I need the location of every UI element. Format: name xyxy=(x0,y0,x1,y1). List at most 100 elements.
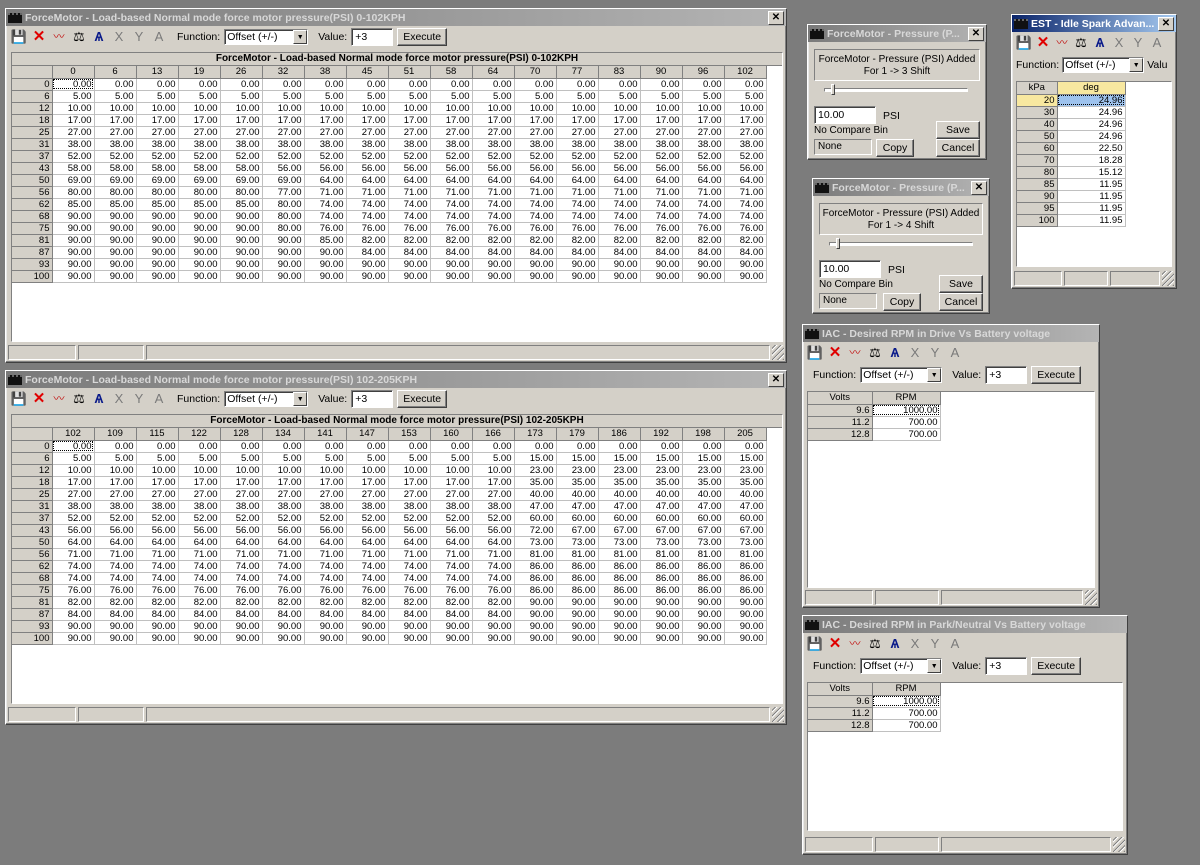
table-cell[interactable]: 24.96 xyxy=(1057,130,1126,143)
table-cell[interactable]: 52.00 xyxy=(136,150,179,163)
row-header[interactable]: 43 xyxy=(12,162,53,175)
table-cell[interactable]: 10.00 xyxy=(220,464,263,477)
table-cell[interactable]: 69.00 xyxy=(136,174,179,187)
table-cell[interactable]: 64.00 xyxy=(388,536,431,549)
table-cell[interactable]: 56.00 xyxy=(94,524,137,537)
table-cell[interactable]: 27.00 xyxy=(178,488,221,501)
resize-grip[interactable] xyxy=(772,707,784,722)
table-cell[interactable]: 52.00 xyxy=(388,150,431,163)
table-cell[interactable]: 52.00 xyxy=(220,150,263,163)
table-cell[interactable]: 5.00 xyxy=(304,90,347,103)
axis-icon[interactable]: Ѧ xyxy=(91,391,107,407)
table-cell[interactable]: 82.00 xyxy=(388,596,431,609)
close-button[interactable]: ✕ xyxy=(968,26,984,41)
table-cell[interactable]: 85.00 xyxy=(220,198,263,211)
table-cell[interactable]: 73.00 xyxy=(514,536,557,549)
table-cell[interactable]: 27.00 xyxy=(472,488,515,501)
table-cell[interactable]: 5.00 xyxy=(94,452,137,465)
table-cell[interactable]: 74.00 xyxy=(346,560,389,573)
row-header[interactable]: 9.6 xyxy=(808,404,873,417)
table-cell[interactable]: 84.00 xyxy=(724,246,767,259)
table-cell[interactable]: 90.00 xyxy=(136,210,179,223)
table-cell[interactable]: 0.00 xyxy=(304,440,347,453)
table-cell[interactable]: 52.00 xyxy=(178,512,221,525)
table-cell[interactable]: 38.00 xyxy=(304,500,347,513)
table-cell[interactable]: 74.00 xyxy=(682,198,725,211)
table-cell[interactable]: 67.00 xyxy=(556,524,599,537)
row-header[interactable]: 18 xyxy=(12,476,53,489)
table-cell[interactable]: 86.00 xyxy=(598,560,641,573)
table-cell[interactable]: 0.00 xyxy=(136,440,179,453)
table-cell[interactable]: 90.00 xyxy=(640,632,683,645)
table-cell[interactable]: 74.00 xyxy=(472,198,515,211)
column-header[interactable]: 83 xyxy=(598,66,641,79)
table-cell[interactable]: 90.00 xyxy=(598,270,641,283)
table-cell[interactable]: 76.00 xyxy=(388,222,431,235)
table-cell[interactable]: 74.00 xyxy=(682,210,725,223)
row-header[interactable]: 12.8 xyxy=(808,719,873,732)
table-cell[interactable]: 74.00 xyxy=(220,572,263,585)
table-cell[interactable]: 60.00 xyxy=(598,512,641,525)
table-cell[interactable]: 40.00 xyxy=(640,488,683,501)
table-cell[interactable]: 52.00 xyxy=(262,512,305,525)
table-cell[interactable]: 5.00 xyxy=(346,452,389,465)
table-cell[interactable]: 27.00 xyxy=(640,126,683,139)
scale-icon[interactable]: ⚖ xyxy=(71,391,87,407)
table-cell[interactable]: 69.00 xyxy=(262,174,305,187)
table-cell[interactable]: 86.00 xyxy=(640,584,683,597)
table-cell[interactable]: 17.00 xyxy=(304,114,347,127)
table-cell[interactable]: 0.00 xyxy=(220,78,263,91)
table-cell[interactable]: 27.00 xyxy=(724,126,767,139)
table-cell[interactable]: 56.00 xyxy=(388,162,431,175)
table-cell[interactable]: 5.00 xyxy=(220,90,263,103)
save-icon[interactable]: 💾 xyxy=(1016,35,1032,51)
table-cell[interactable]: 64.00 xyxy=(388,174,431,187)
execute-button[interactable]: Execute xyxy=(1031,657,1082,675)
table-cell[interactable]: 90.00 xyxy=(346,258,389,271)
table-cell[interactable]: 74.00 xyxy=(304,198,347,211)
function-select[interactable]: Offset (+/-) ▼ xyxy=(860,367,943,383)
row-header[interactable]: 90 xyxy=(1017,190,1058,203)
table-cell[interactable]: 52.00 xyxy=(136,512,179,525)
table-cell[interactable]: 77.00 xyxy=(262,186,305,199)
table-cell[interactable]: 38.00 xyxy=(472,500,515,513)
table-cell[interactable]: 90.00 xyxy=(94,620,137,633)
table-cell[interactable]: 24.96 xyxy=(1057,94,1126,107)
table-cell[interactable]: 38.00 xyxy=(388,500,431,513)
table-cell[interactable]: 0.00 xyxy=(94,78,137,91)
table-cell[interactable]: 27.00 xyxy=(94,126,137,139)
table-cell[interactable]: 10.00 xyxy=(388,102,431,115)
table-cell[interactable]: 80.00 xyxy=(178,186,221,199)
table-cell[interactable]: 35.00 xyxy=(724,476,767,489)
table-cell[interactable]: 76.00 xyxy=(94,584,137,597)
table-cell[interactable]: 5.00 xyxy=(472,452,515,465)
table-cell[interactable]: 56.00 xyxy=(556,162,599,175)
table-cell[interactable]: 90.00 xyxy=(682,270,725,283)
table-cell[interactable]: 71.00 xyxy=(472,548,515,561)
table-cell[interactable]: 74.00 xyxy=(304,210,347,223)
table-cell[interactable]: 90.00 xyxy=(346,270,389,283)
table-cell[interactable]: 64.00 xyxy=(430,536,473,549)
table-cell[interactable]: 82.00 xyxy=(682,234,725,247)
table-cell[interactable]: 76.00 xyxy=(514,222,557,235)
table-cell[interactable]: 56.00 xyxy=(430,162,473,175)
table-cell[interactable]: 84.00 xyxy=(430,608,473,621)
table-cell[interactable]: 67.00 xyxy=(598,524,641,537)
table-cell[interactable]: 38.00 xyxy=(430,138,473,151)
y-axis-icon[interactable]: Y xyxy=(927,345,943,361)
table-cell[interactable]: 38.00 xyxy=(346,500,389,513)
column-header[interactable]: Volts xyxy=(808,392,873,405)
table-cell[interactable]: 35.00 xyxy=(598,476,641,489)
table-cell[interactable]: 90.00 xyxy=(514,608,557,621)
table-cell[interactable]: 52.00 xyxy=(52,512,95,525)
table-cell[interactable]: 64.00 xyxy=(304,536,347,549)
table-cell[interactable]: 5.00 xyxy=(178,452,221,465)
table-cell[interactable]: 56.00 xyxy=(346,162,389,175)
table-cell[interactable]: 90.00 xyxy=(598,632,641,645)
table-cell[interactable]: 82.00 xyxy=(556,234,599,247)
table-cell[interactable]: 84.00 xyxy=(682,246,725,259)
table-cell[interactable]: 71.00 xyxy=(388,548,431,561)
table-cell[interactable]: 56.00 xyxy=(430,524,473,537)
table-cell[interactable]: 23.00 xyxy=(598,464,641,477)
table-cell[interactable]: 17.00 xyxy=(724,114,767,127)
